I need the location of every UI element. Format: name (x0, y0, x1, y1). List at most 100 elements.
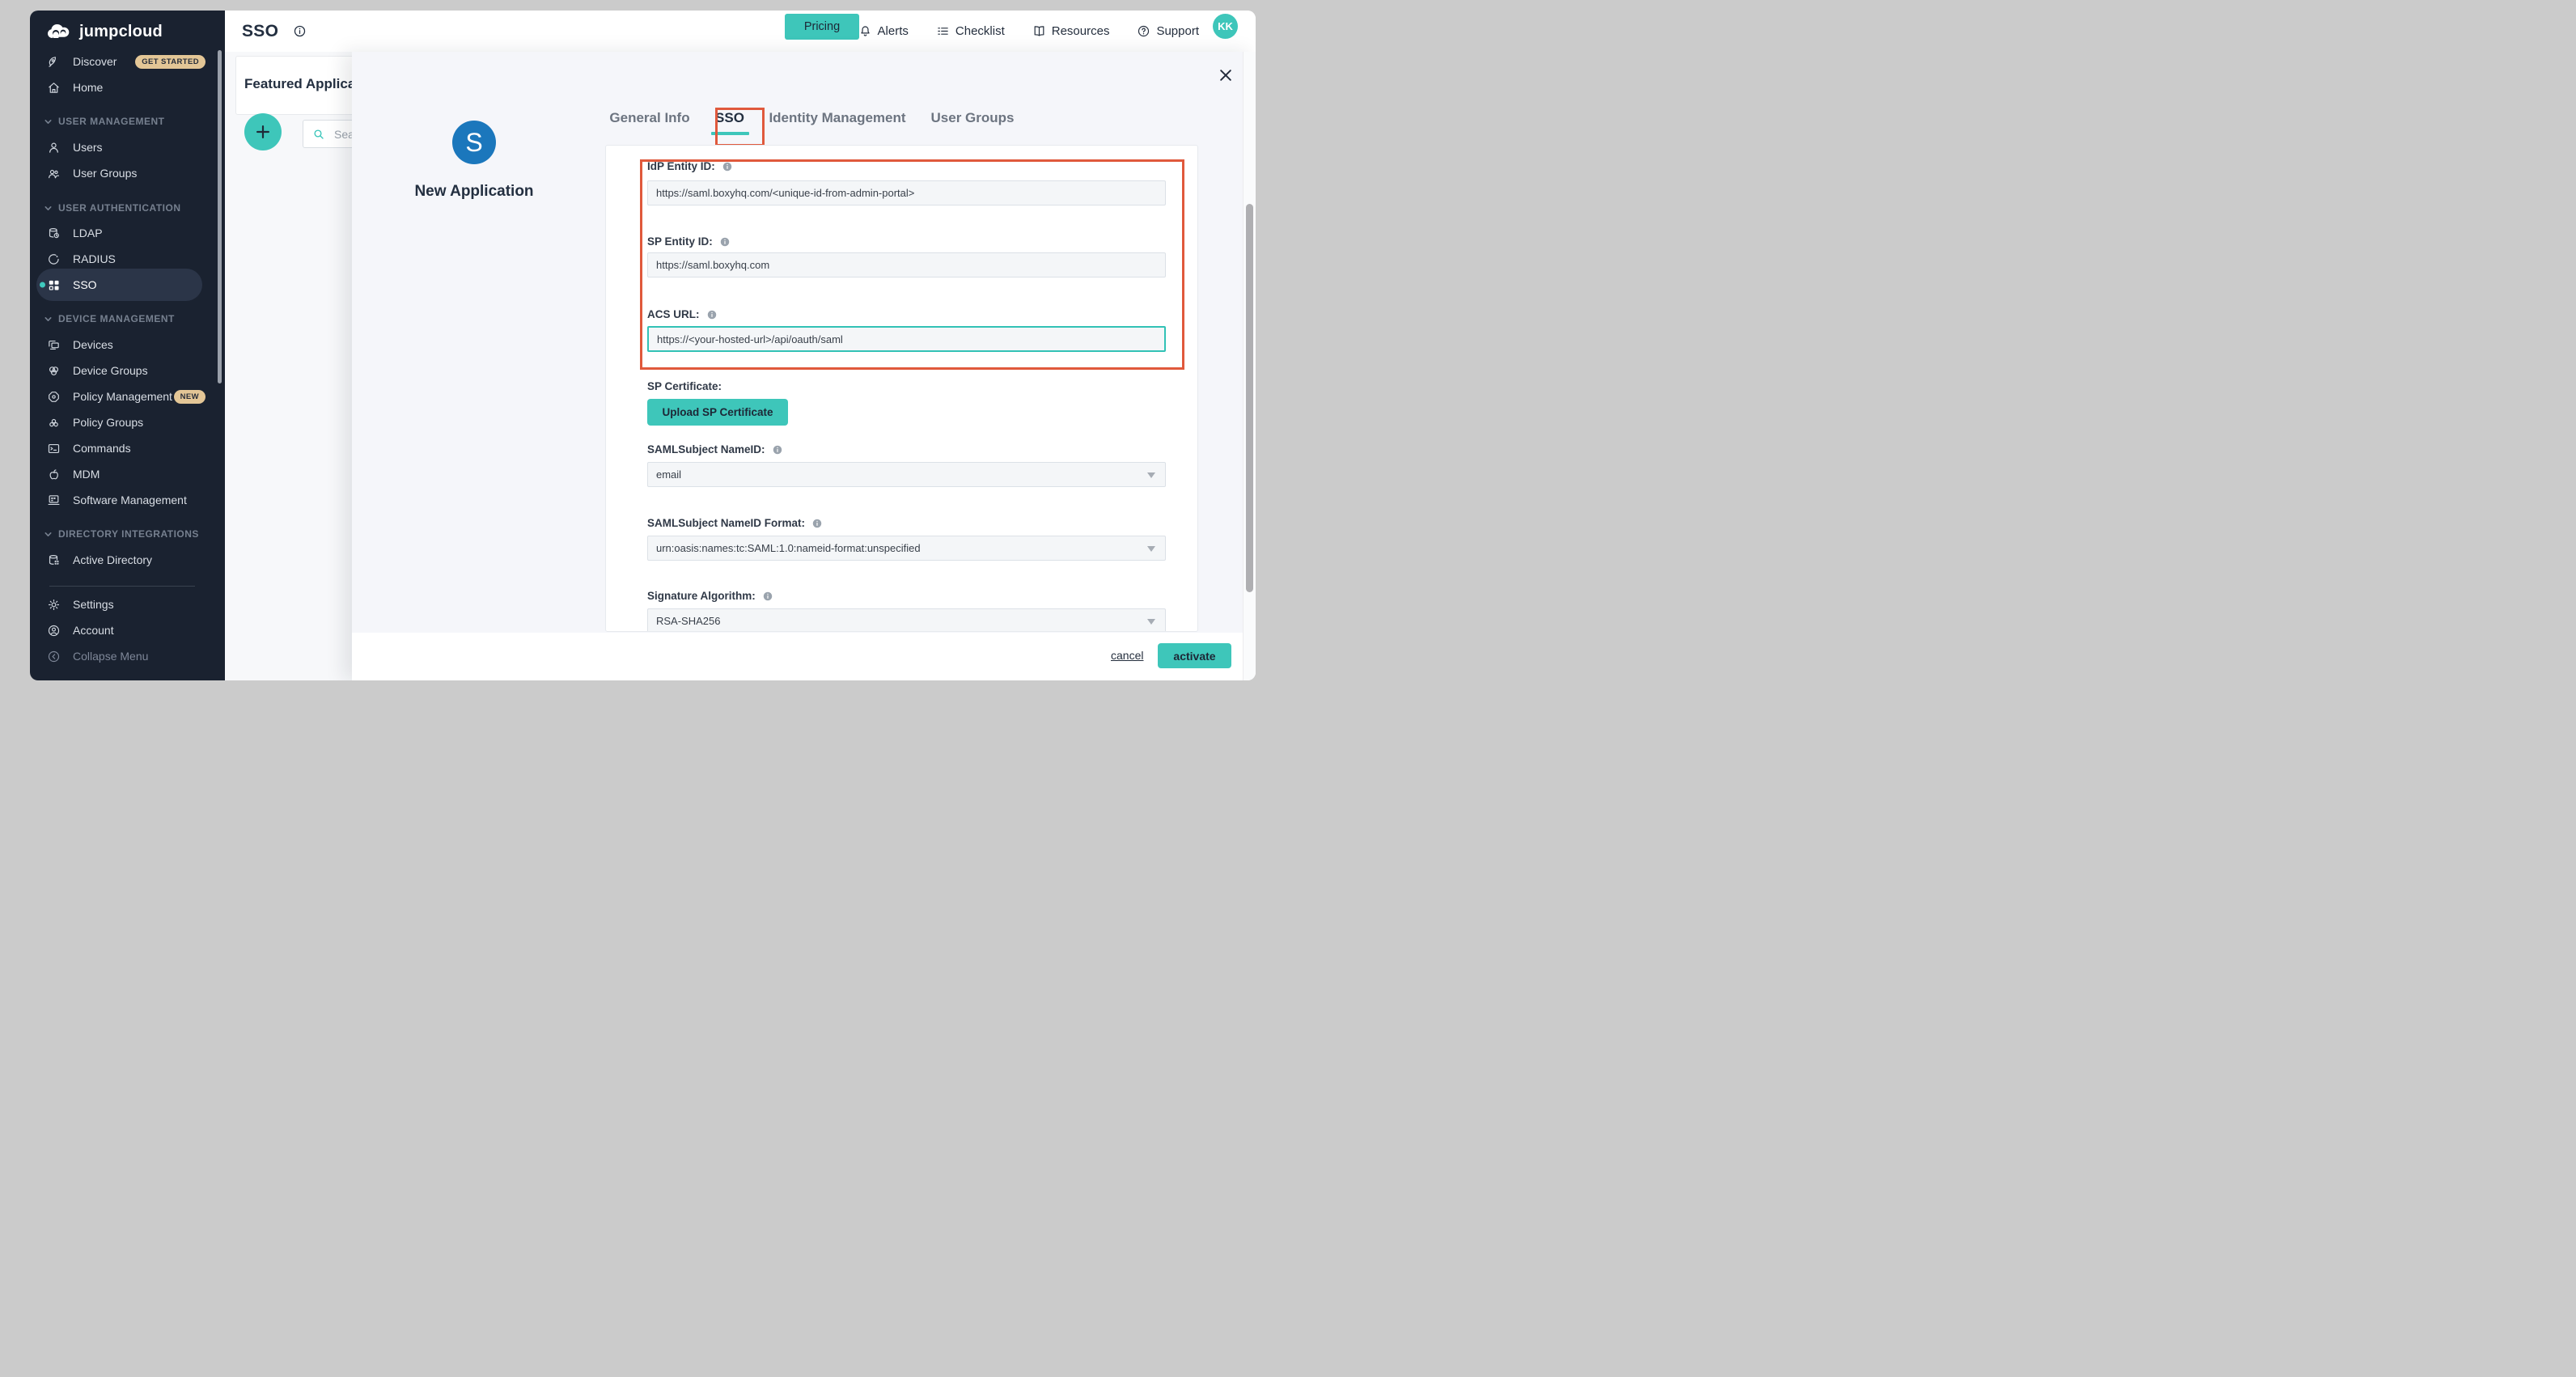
sidebar-item-mdm[interactable]: MDM (30, 462, 225, 486)
devices-icon (47, 338, 61, 352)
sidebar-item-settings[interactable]: Settings (30, 592, 225, 616)
modal-footer: cancel activate (352, 633, 1256, 680)
top-header: SSO Pricing Alerts Checklist Resources Supp… (225, 11, 1256, 53)
add-application-button[interactable] (244, 113, 282, 150)
tab-identity-management[interactable]: Identity Management (769, 110, 905, 128)
sidebar-item-active-directory[interactable]: Active Directory (30, 548, 225, 572)
signature-algorithm-label: Signature Algorithm: (647, 590, 773, 602)
info-icon[interactable] (811, 518, 823, 529)
caret-down-icon (1147, 472, 1155, 478)
book-icon (1032, 24, 1046, 38)
checklist-icon (936, 24, 950, 38)
signature-algorithm-select[interactable]: RSA-SHA256 (647, 608, 1166, 632)
modal-scrollbar-thumb[interactable] (1246, 204, 1253, 592)
sidebar-item-collapse-menu[interactable]: Collapse Menu (30, 644, 225, 668)
saml-subject-nameid-select[interactable]: email (647, 462, 1166, 487)
idp-entity-id-label: IdP Entity ID: (647, 160, 733, 172)
sidebar: jumpcloud DiscoverGET STARTEDHome USER MA… (30, 11, 225, 680)
sidebar-item-software-management[interactable]: Software Management (30, 488, 225, 512)
user-avatar[interactable]: KK (1213, 14, 1238, 39)
sp-entity-id-label: SP Entity ID: (647, 235, 731, 248)
sidebar-section-user-authentication[interactable]: USER AUTHENTICATION (30, 196, 225, 220)
jumpcloud-logo-text: jumpcloud (79, 23, 163, 41)
sidebar-item-home[interactable]: Home (30, 75, 225, 100)
chevron-down-icon (44, 530, 53, 539)
activate-button[interactable]: activate (1158, 643, 1231, 668)
sidebar-section-user-management[interactable]: USER MANAGEMENT (30, 109, 225, 133)
sidebar-item-account[interactable]: Account (30, 618, 225, 642)
info-icon[interactable] (719, 236, 731, 248)
sso-grid-icon (47, 278, 61, 292)
info-icon[interactable] (722, 161, 733, 172)
ldap-database-icon (47, 227, 61, 240)
chevron-down-icon (44, 204, 53, 213)
sidebar-badge: NEW (174, 390, 205, 404)
chevron-down-icon (44, 117, 53, 126)
active-item-dot (40, 282, 45, 288)
commands-icon (47, 442, 61, 455)
gear-icon (47, 598, 61, 612)
rocket-icon (47, 55, 61, 69)
jumpcloud-cloud-icon (46, 22, 74, 41)
sidebar-item-ldap[interactable]: LDAP (30, 221, 225, 245)
info-icon[interactable] (762, 591, 773, 602)
info-icon[interactable] (293, 24, 307, 38)
application-name: New Application (352, 183, 596, 201)
upload-sp-certificate-button[interactable]: Upload SP Certificate (647, 399, 788, 426)
tab-general-info[interactable]: General Info (609, 110, 689, 128)
sidebar-item-discover[interactable]: DiscoverGET STARTED (30, 49, 225, 74)
idp-entity-id-input[interactable] (647, 180, 1166, 205)
active-directory-icon (47, 553, 61, 567)
apple-icon (47, 468, 61, 481)
page-title: SSO (242, 22, 278, 41)
nav-resources[interactable]: Resources (1032, 24, 1110, 38)
tab-sso[interactable]: SSO (715, 110, 744, 128)
users-icon (47, 167, 61, 180)
user-icon (47, 141, 61, 155)
help-icon (1137, 24, 1150, 38)
nav-checklist[interactable]: Checklist (936, 24, 1005, 38)
policy-groups-icon (47, 416, 61, 430)
sidebar-section-directory-integrations[interactable]: DIRECTORY INTEGRATIONS (30, 522, 225, 546)
sidebar-item-device-groups[interactable]: Device Groups (30, 358, 225, 383)
sidebar-section-device-management[interactable]: DEVICE MANAGEMENT (30, 307, 225, 331)
account-icon (47, 624, 61, 638)
cancel-link[interactable]: cancel (1111, 649, 1143, 662)
caret-down-icon (1147, 619, 1155, 625)
sidebar-item-commands[interactable]: Commands (30, 436, 225, 460)
new-application-modal: S New Application General Info SSO Ident… (352, 52, 1256, 680)
software-icon (47, 494, 61, 507)
sidebar-item-devices[interactable]: Devices (30, 333, 225, 357)
modal-scrollbar-track[interactable] (1243, 52, 1256, 680)
jumpcloud-logo[interactable]: jumpcloud (46, 22, 163, 41)
sso-form-panel: IdP Entity ID: SP Entity ID: ACS URL: (605, 145, 1198, 632)
acs-url-input[interactable] (647, 326, 1166, 352)
chevron-down-icon (44, 315, 53, 324)
sidebar-item-user-groups[interactable]: User Groups (30, 161, 225, 185)
bell-icon (858, 24, 872, 38)
acs-url-label: ACS URL: (647, 308, 718, 320)
nav-support[interactable]: Support (1137, 24, 1199, 38)
info-icon[interactable] (772, 444, 783, 455)
sidebar-item-policy-groups[interactable]: Policy Groups (30, 410, 225, 434)
sp-certificate-label: SP Certificate: (647, 380, 722, 392)
info-icon[interactable] (706, 309, 718, 320)
collapse-icon (47, 650, 61, 663)
saml-subject-nameid-label: SAMLSubject NameID: (647, 443, 783, 455)
sp-entity-id-input[interactable] (647, 252, 1166, 278)
caret-down-icon (1147, 546, 1155, 552)
sidebar-item-policy-management[interactable]: Policy ManagementNEW (30, 384, 225, 409)
sidebar-item-users[interactable]: Users (30, 135, 225, 159)
saml-subject-nameid-format-select[interactable]: urn:oasis:names:tc:SAML:1.0:nameid-forma… (647, 536, 1166, 561)
tab-user-groups[interactable]: User Groups (931, 110, 1015, 128)
app-window: jumpcloud DiscoverGET STARTEDHome USER MA… (30, 11, 1256, 680)
pricing-button[interactable]: Pricing (785, 14, 859, 40)
sidebar-badge: GET STARTED (135, 55, 205, 69)
sidebar-scrollbar[interactable] (218, 50, 222, 383)
application-logo: S (452, 121, 496, 164)
sidebar-item-sso[interactable]: SSO (36, 269, 202, 301)
sidebar-item-radius[interactable]: RADIUS (30, 247, 225, 271)
radius-icon (47, 252, 61, 266)
close-icon[interactable] (1218, 67, 1234, 83)
nav-alerts[interactable]: Alerts (858, 24, 909, 38)
